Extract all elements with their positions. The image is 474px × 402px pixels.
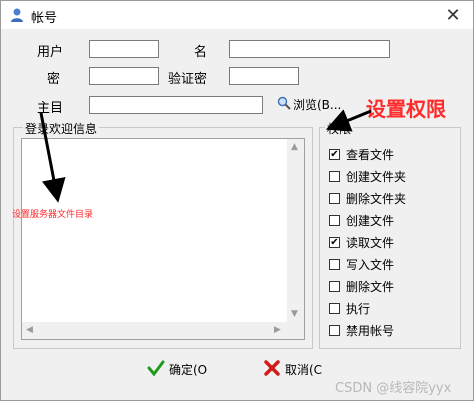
annotation-arrows xyxy=(39,109,372,203)
arrow-to-home-dir xyxy=(39,112,66,203)
account-dialog: 帐号 ✕ 用户 名 密 验证密 主目 浏览(B... 登录欢迎信息 ▲ ▼ ◀ … xyxy=(0,0,474,401)
arrow-to-permissions xyxy=(325,109,372,132)
watermark: CSDN @线容院yyx xyxy=(335,381,452,396)
